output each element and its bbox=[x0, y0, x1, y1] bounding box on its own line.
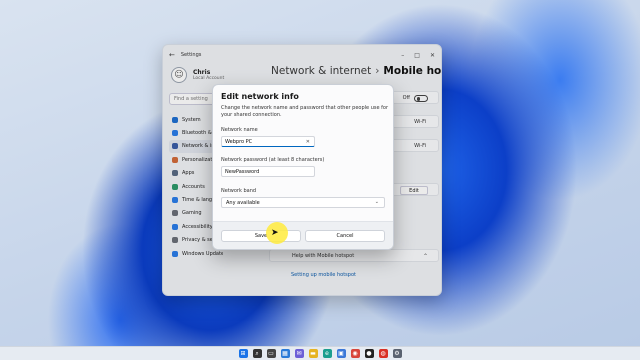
widgets-icon[interactable]: ▦ bbox=[280, 349, 290, 358]
task-view-icon[interactable]: ▭ bbox=[266, 349, 276, 358]
network-band-select[interactable]: Any available ⌄ bbox=[221, 197, 385, 208]
search-icon[interactable]: ⌕ bbox=[252, 349, 262, 358]
clear-icon[interactable]: ✕ bbox=[306, 139, 310, 145]
network-name-value: Webpro PC bbox=[225, 139, 253, 145]
start-icon[interactable]: ⊞ bbox=[238, 349, 248, 358]
network-password-value: NewPassword bbox=[225, 169, 260, 175]
chat-icon[interactable]: ✉ bbox=[294, 349, 304, 358]
mouse-pointer-icon: ➤ bbox=[271, 228, 279, 238]
chrome-icon[interactable]: ◍ bbox=[378, 349, 388, 358]
taskbar: ⊞ ⌕ ▭ ▦ ✉ ▬ e ▣ ◉ ● ◍ ⚙ bbox=[0, 346, 640, 360]
network-password-label: Network password (at least 8 characters) bbox=[221, 157, 325, 163]
chevron-down-icon: ⌄ bbox=[374, 199, 379, 205]
dialog-title: Edit network info bbox=[221, 92, 299, 101]
browser-icon[interactable]: ◉ bbox=[350, 349, 360, 358]
save-button[interactable]: Save bbox=[221, 230, 301, 242]
network-name-field[interactable]: Webpro PC ✕ bbox=[221, 136, 315, 147]
network-band-label: Network band bbox=[221, 188, 257, 194]
network-password-field[interactable]: NewPassword bbox=[221, 166, 315, 177]
network-band-value: Any available bbox=[226, 200, 260, 206]
file-explorer-icon[interactable]: ▬ bbox=[308, 349, 318, 358]
edit-network-dialog: Edit network info Change the network nam… bbox=[212, 84, 394, 250]
dialog-footer: Save Cancel bbox=[213, 221, 393, 249]
store-icon[interactable]: ▣ bbox=[336, 349, 346, 358]
app-icon[interactable]: ● bbox=[364, 349, 374, 358]
settings-icon[interactable]: ⚙ bbox=[392, 349, 402, 358]
cancel-button[interactable]: Cancel bbox=[305, 230, 385, 242]
edge-icon[interactable]: e bbox=[322, 349, 332, 358]
dialog-description: Change the network name and password tha… bbox=[221, 105, 389, 118]
network-name-label: Network name bbox=[221, 127, 258, 133]
